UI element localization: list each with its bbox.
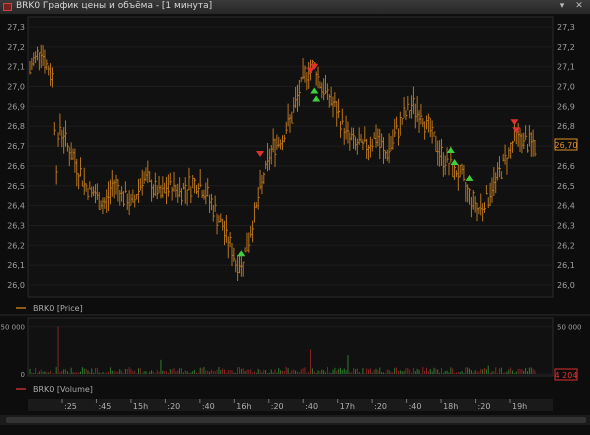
time-tick-label: :20 <box>478 402 491 411</box>
price-tick-label-right: 26,4 <box>557 202 575 211</box>
price-axis-left: 27,3 27,2 27,1 27,0 26,9 26,8 26,7 26,6 26,5 26,4… <box>7 23 25 290</box>
last-volume-value: 4 204 <box>555 371 578 380</box>
time-tick-label: :40 <box>305 402 318 411</box>
price-tick-label-right: 26,6 <box>557 162 575 171</box>
last-volume-badge: 4 204 <box>554 368 578 381</box>
price-tick-label-left: 26,2 <box>7 241 25 250</box>
time-tick-label: 18h <box>443 402 458 411</box>
volume-tick-label-right: 50 000 <box>557 324 582 332</box>
price-legend-label: BRK0 [Price] <box>33 304 83 313</box>
price-tick-label-right: 26,5 <box>557 182 575 191</box>
price-tick-label-left: 26,1 <box>7 261 25 270</box>
price-axis-right: 27,327,227,127,026,926,826,726,626,526,4… <box>557 23 575 290</box>
price-tick-label-left: 26,5 <box>7 182 25 191</box>
price-tick-label-right: 26,8 <box>557 122 575 131</box>
price-tick-label-right: 26,2 <box>557 241 575 250</box>
volume-legend-label: BRK0 [Volume] <box>33 385 93 394</box>
time-tick-label: :40 <box>202 402 215 411</box>
app-icon <box>3 3 12 11</box>
time-tick-label: 15h <box>133 402 148 411</box>
time-tick-label: :45 <box>98 402 111 411</box>
close-icon[interactable]: ✕ <box>572 1 586 12</box>
time-tick-label: 19h <box>512 402 527 411</box>
time-tick-label: :20 <box>374 402 387 411</box>
time-tick-label: 17h <box>340 402 355 411</box>
price-tick-label-left: 27,1 <box>7 63 25 72</box>
price-tick-label-left: 26,3 <box>7 221 25 230</box>
last-price-value: 26,70 <box>555 141 578 150</box>
price-legend[interactable]: BRK0 [Price] <box>16 304 83 313</box>
price-tick-label-right: 27,1 <box>557 63 575 72</box>
chart-area[interactable]: 27,3 27,2 27,1 27,0 26,9 26,8 26,7 26,6 26,5 26,4… <box>0 15 590 431</box>
volume-legend[interactable]: BRK0 [Volume] <box>16 385 93 394</box>
time-tick-label: 16h <box>236 402 251 411</box>
window-titlebar: BRK0 График цены и объёма - [1 минута] ▾… <box>0 0 590 15</box>
price-tick-label-right: 26,0 <box>557 281 575 290</box>
volume-tick-label-left: 0 <box>21 371 25 379</box>
price-tick-label-left: 26,4 <box>7 202 25 211</box>
price-tick-label-right: 27,2 <box>557 43 575 52</box>
price-tick-label-left: 26,7 <box>7 142 25 151</box>
scrollbar-thumb[interactable] <box>6 417 586 423</box>
price-tick-label-right: 26,3 <box>557 221 575 230</box>
price-tick-label-left: 27,2 <box>7 43 25 52</box>
price-tick-label-right: 26,1 <box>557 261 575 270</box>
price-tick-label-left: 26,9 <box>7 102 25 111</box>
time-tick-label: :25 <box>64 402 77 411</box>
time-tick-label: :20 <box>167 402 180 411</box>
last-price-badge: 26,70 <box>554 138 578 151</box>
price-plot-frame <box>27 16 554 298</box>
price-tick-label-right: 27,0 <box>557 83 575 92</box>
price-volume-chart[interactable]: 27,3 27,2 27,1 27,0 26,9 26,8 26,7 26,6 26,5 26,4… <box>0 15 590 431</box>
price-tick-label-left: 27,3 <box>7 23 25 32</box>
price-tick-label-left: 26,6 <box>7 162 25 171</box>
window-title: BRK0 График цены и объёма - [1 минута] <box>16 1 213 11</box>
price-tick-label-right: 26,9 <box>557 102 575 111</box>
time-tick-label: :20 <box>271 402 284 411</box>
price-tick-label-right: 27,3 <box>557 23 575 32</box>
price-tick-label-left: 26,8 <box>7 122 25 131</box>
volume-tick-label-left: 50 000 <box>1 324 26 332</box>
price-tick-label-left: 27,0 <box>7 83 25 92</box>
chevron-down-icon[interactable]: ▾ <box>555 1 569 12</box>
price-tick-label-left: 26,0 <box>7 281 25 290</box>
time-tick-label: :40 <box>409 402 422 411</box>
